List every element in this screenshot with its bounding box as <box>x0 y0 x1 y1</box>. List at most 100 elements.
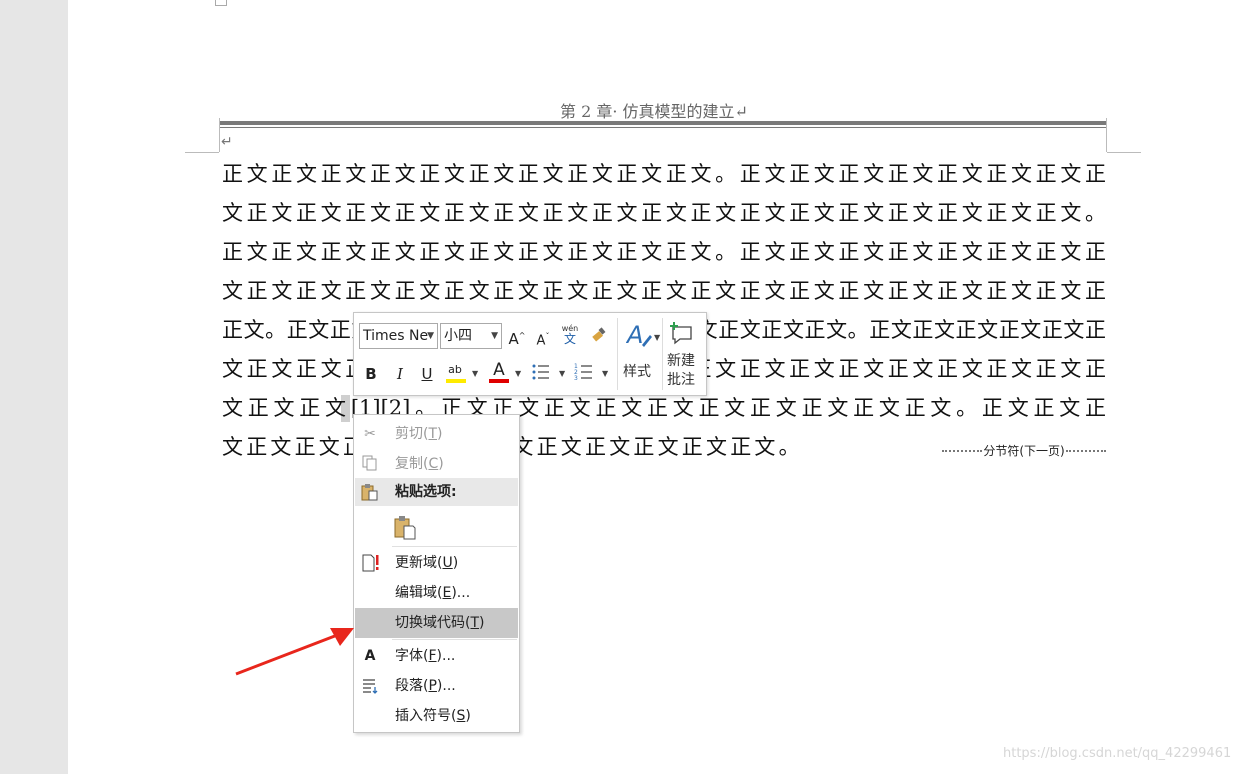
font-size-dropdown[interactable]: 小四 ▼ <box>440 323 502 349</box>
numbering-dropdown-arrow[interactable]: ▼ <box>602 369 608 378</box>
grow-font-button[interactable]: A^ <box>506 325 528 348</box>
svg-text:3: 3 <box>574 375 578 382</box>
bullets-button[interactable] <box>530 362 552 384</box>
chevron-down-icon: ▼ <box>491 331 498 341</box>
section-break-label: 分节符(下一页) <box>983 443 1065 458</box>
ellipsis-suffix: )... <box>436 678 456 694</box>
font-color-dropdown-arrow[interactable]: ▼ <box>515 369 521 378</box>
mnemonic-key: F <box>428 648 437 664</box>
section-break-marker: 分节符(下一页) <box>942 442 1106 458</box>
toolbar-separator <box>662 318 663 390</box>
body-text-line[interactable]: 正文正文正文正文正文正文正文正文正文正文。正文正文正文正文正文正文正文正 <box>222 240 1106 264</box>
context-menu: ✂ 剪切(T) 复制(C) 粘贴选项: 更新域(U) 编辑域(E)... 切换域… <box>353 414 520 733</box>
font-name-dropdown[interactable]: Times Ne ▼ <box>359 323 438 349</box>
toolbar-separator <box>617 318 618 390</box>
new-comment-icon <box>670 322 692 345</box>
close-paren: ) <box>465 708 471 724</box>
ellipsis-suffix: )... <box>436 648 456 664</box>
close-paren: ) <box>452 555 459 571</box>
font-color-button[interactable]: A <box>488 359 510 381</box>
font-icon: A <box>364 648 376 664</box>
crop-mark-left <box>185 152 219 153</box>
paste-icon <box>393 515 417 541</box>
menu-separator <box>392 639 517 640</box>
font-color-icon: A <box>493 360 505 380</box>
new-comment-button[interactable] <box>668 321 694 347</box>
numbering-button[interactable]: 123 <box>573 362 595 384</box>
bold-button[interactable]: B <box>360 363 382 385</box>
menu-item-update-field-label: 更新域( <box>395 555 443 571</box>
paste-options-label: 粘贴选项: <box>395 484 457 500</box>
crop-mark-right-vertical <box>1106 118 1107 152</box>
font-name-value: Times Ne <box>363 328 429 344</box>
paragraph-icon <box>361 677 379 695</box>
ellipsis-suffix: )... <box>451 585 471 601</box>
mnemonic-key: P <box>428 678 437 694</box>
page-corner-marker <box>215 0 227 6</box>
body-text-line[interactable]: 文正文正文正文正文正文正文正文正文正文正文正文正文正文正文正文正文正文正 <box>222 279 1106 303</box>
menu-item-insert-symbol-label: 插入符号( <box>395 708 457 724</box>
chevron-down-icon: ▼ <box>427 331 434 341</box>
body-text-line[interactable]: 文正文正文正文正文正文正文正文正文正文正文正文正文正文正文正文正文正文。 <box>222 201 1106 225</box>
new-comment-label-2: 批注 <box>667 372 695 388</box>
menu-item-paragraph[interactable]: 段落(P)... <box>355 672 518 700</box>
format-painter-button[interactable] <box>588 325 610 347</box>
body-text-line[interactable]: 正文正文正文正文正文正文正文正文正文正文。正文正文正文正文正文正文正文正 <box>222 162 1106 186</box>
copy-icon <box>361 455 379 473</box>
menu-item-font[interactable]: A 字体(F)... <box>355 642 518 670</box>
header-rule <box>219 121 1107 125</box>
mini-toolbar: Times Ne ▼ 小四 ▼ A^ Aˇ wén 文 A ▼ 样式 新建 批注… <box>353 312 707 396</box>
page-header-text[interactable]: 第 2 章· 仿真模型的建立↵ <box>560 98 748 122</box>
menu-item-font-label: 字体( <box>395 648 429 664</box>
mnemonic-key: E <box>442 585 452 601</box>
styles-dropdown-arrow[interactable]: ▼ <box>654 333 660 342</box>
paste-options-header: 粘贴选项: <box>355 478 518 506</box>
format-painter-icon <box>592 327 606 342</box>
menu-item-cut[interactable]: ✂ 剪切(T) <box>355 420 518 448</box>
highlight-color-bar <box>446 379 466 383</box>
red-arrow-annotation <box>235 628 354 676</box>
numbered-list-icon: 123 <box>574 363 592 382</box>
update-field-icon <box>361 554 379 572</box>
grow-font-icon: A <box>508 330 519 348</box>
phonetic-guide-button[interactable]: wén 文 <box>559 323 581 345</box>
bullet-list-icon <box>532 364 549 380</box>
mnemonic-key: T <box>428 426 438 442</box>
menu-item-cut-label: 剪切( <box>395 426 429 442</box>
crop-mark-right <box>1107 152 1141 153</box>
styles-button[interactable]: A <box>625 321 656 351</box>
menu-separator <box>392 546 517 547</box>
header-rule-thin <box>219 127 1107 128</box>
crop-mark-left-vertical <box>219 118 220 152</box>
menu-item-paragraph-label: 段落( <box>395 678 429 694</box>
paragraph-mark: ↵ <box>221 134 233 150</box>
mnemonic-key: T <box>470 615 480 631</box>
menu-item-toggle-field-codes[interactable]: 切换域代码(T) <box>355 608 518 638</box>
close-paren: ) <box>438 456 444 472</box>
menu-item-insert-symbol[interactable]: 插入符号(S) <box>355 702 518 730</box>
font-color-bar <box>489 379 509 383</box>
shrink-font-button[interactable]: Aˇ <box>532 326 554 348</box>
watermark-text: https://blog.csdn.net/qq_42299461 <box>1003 746 1232 761</box>
clipboard-icon <box>361 483 379 501</box>
highlight-icon: ab <box>448 363 462 376</box>
close-paren: ) <box>437 426 443 442</box>
highlight-button[interactable]: ab <box>444 359 466 381</box>
paste-keep-source-button[interactable] <box>355 513 518 545</box>
highlight-dropdown-arrow[interactable]: ▼ <box>472 369 478 378</box>
bullets-dropdown-arrow[interactable]: ▼ <box>559 369 565 378</box>
underline-button[interactable]: U <box>416 363 438 385</box>
menu-item-edit-field-label: 编辑域( <box>395 585 443 601</box>
mnemonic-key: C <box>428 456 439 472</box>
menu-item-update-field[interactable]: 更新域(U) <box>355 549 518 577</box>
styles-label: 样式 <box>623 364 651 380</box>
menu-item-edit-field[interactable]: 编辑域(E)... <box>355 579 518 607</box>
menu-item-toggle-field-codes-label: 切换域代码( <box>395 615 471 631</box>
scissors-icon: ✂ <box>364 426 376 442</box>
mnemonic-key: U <box>442 555 453 571</box>
italic-button[interactable]: I <box>389 363 411 385</box>
svg-text:A: A <box>626 321 643 349</box>
menu-item-copy[interactable]: 复制(C) <box>355 450 518 478</box>
font-size-value: 小四 <box>444 328 472 344</box>
body-text-line[interactable]: 文正文正文正文正文正文正文正文正文正文正文正文。 <box>222 435 922 459</box>
